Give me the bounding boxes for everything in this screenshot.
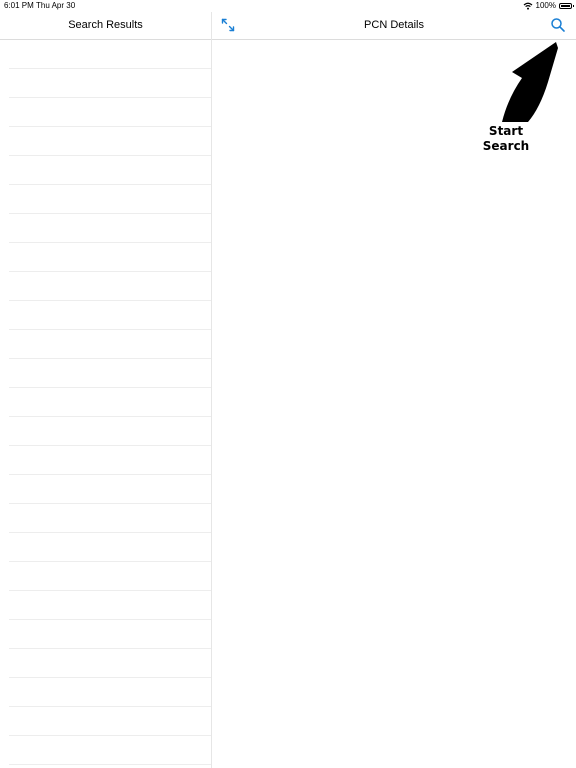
table-row[interactable] (9, 301, 211, 330)
table-row[interactable] (9, 678, 211, 707)
table-row[interactable] (9, 649, 211, 678)
table-row[interactable] (9, 127, 211, 156)
table-row[interactable] (9, 272, 211, 301)
magnifier-icon (551, 18, 565, 32)
table-row[interactable] (9, 533, 211, 562)
table-row[interactable] (9, 707, 211, 736)
table-row[interactable] (9, 359, 211, 388)
search-results-list[interactable] (0, 40, 211, 765)
table-row[interactable] (9, 330, 211, 359)
search-button[interactable] (550, 17, 566, 33)
wifi-icon (523, 2, 532, 10)
hint-line-1: Start (488, 124, 524, 138)
master-pane: Search Results (0, 12, 212, 768)
table-row[interactable] (9, 40, 211, 69)
detail-title: PCN Details (364, 19, 424, 31)
table-row[interactable] (9, 446, 211, 475)
status-right-group: 100% (523, 0, 574, 12)
table-row[interactable] (9, 562, 211, 591)
table-row[interactable] (9, 185, 211, 214)
table-row[interactable] (9, 620, 211, 649)
battery-icon (559, 3, 574, 9)
table-row[interactable] (9, 98, 211, 127)
app-screen: 6:01 PM Thu Apr 30 100% Search Results P… (0, 0, 576, 768)
table-row[interactable] (9, 156, 211, 185)
table-row[interactable] (9, 417, 211, 446)
master-navigation-bar: Search Results (0, 12, 211, 40)
table-row[interactable] (9, 736, 211, 765)
table-row[interactable] (9, 388, 211, 417)
table-row[interactable] (9, 504, 211, 533)
detail-navigation-bar: PCN Details (212, 12, 576, 40)
table-row[interactable] (9, 243, 211, 272)
table-row[interactable] (9, 475, 211, 504)
battery-level (561, 5, 570, 7)
start-search-hint: Start Search (476, 124, 536, 154)
status-date: Thu Apr 30 (36, 1, 76, 10)
curved-arrow-icon (502, 42, 558, 122)
table-row[interactable] (9, 591, 211, 620)
table-row[interactable] (9, 214, 211, 243)
detail-pane: PCN Details Start Search (212, 12, 576, 768)
battery-percent: 100% (535, 1, 556, 10)
table-row[interactable] (9, 69, 211, 98)
hint-line-2: Search (482, 139, 530, 153)
status-bar: 6:01 PM Thu Apr 30 100% (0, 0, 576, 12)
status-time: 6:01 PM (4, 1, 34, 10)
master-title: Search Results (68, 19, 143, 31)
